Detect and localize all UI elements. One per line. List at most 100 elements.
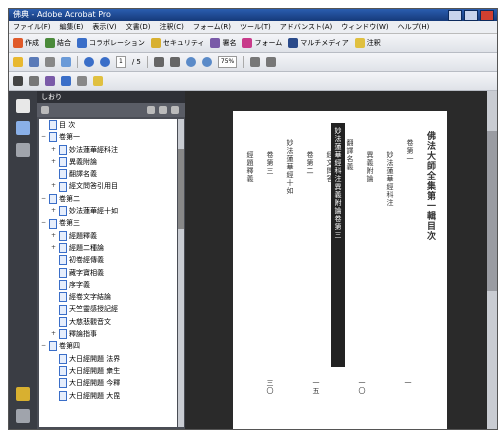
toc-page-number: 一 <box>404 379 412 387</box>
zoom-select[interactable]: 75% <box>217 56 238 68</box>
zoom-out-icon[interactable] <box>185 57 196 67</box>
comments-icon[interactable] <box>16 409 30 423</box>
previous-page-icon[interactable] <box>84 57 94 67</box>
bookmark-icon <box>59 243 67 254</box>
bookmark-item[interactable]: + 經題二種論 <box>39 242 177 254</box>
menu-item[interactable]: 注釈(C) <box>160 21 184 33</box>
bookmark-item[interactable]: − 卷第三 <box>39 217 177 229</box>
scrollbar-thumb[interactable] <box>487 131 497 291</box>
expand-toggle[interactable]: − <box>41 131 47 143</box>
toc-column: 卷第一 <box>406 139 414 163</box>
text-select-icon[interactable] <box>29 76 39 86</box>
sign-button[interactable]: 署名 <box>210 38 236 48</box>
document-area: 佛法大師全集第一輯目次 卷第一 妙法蓮華經科注 異義附論 翻譯名義 經文問答 卷第二 妙法蓮… <box>185 91 497 429</box>
bookmark-item[interactable]: 經卷文字結論 <box>39 291 177 303</box>
combine-button[interactable]: 結合 <box>45 38 71 48</box>
bookmark-item[interactable]: 翻譯名義 <box>39 168 177 180</box>
bookmark-label: 卷第四 <box>59 342 80 351</box>
menu-item[interactable]: フォーム(R) <box>193 21 231 33</box>
bookmark-label: 天竺靈感授記經 <box>69 305 118 314</box>
bookmark-item[interactable]: 大日經開題 今釋 <box>39 377 177 389</box>
bookmark-item[interactable]: 大日經開題 法界 <box>39 353 177 365</box>
close-button[interactable] <box>480 10 494 21</box>
bookmark-item[interactable]: + 經題釋義 <box>39 230 177 242</box>
stamp-icon[interactable] <box>45 76 55 86</box>
bookmark-item[interactable]: 天竺靈感授記經 <box>39 303 177 315</box>
bookmark-item[interactable]: 藏字寶相義 <box>39 267 177 279</box>
secure-button[interactable]: セキュリティ <box>150 38 204 48</box>
create-button[interactable]: 作成 <box>13 38 39 48</box>
expand-toggle[interactable]: − <box>41 193 47 205</box>
bookmark-icon <box>59 378 67 389</box>
email-icon[interactable] <box>61 57 71 67</box>
bookmark-item[interactable]: + 經文問答引用目 <box>39 180 177 192</box>
open-folder-icon[interactable] <box>13 57 23 67</box>
multimedia-button[interactable]: マルチメディア <box>288 38 349 48</box>
bookmark-item[interactable]: − 卷第二 <box>39 193 177 205</box>
menu-item[interactable]: アドバンスト(A) <box>280 21 332 33</box>
expand-toggle[interactable]: + <box>51 180 57 192</box>
new-bookmark-icon[interactable] <box>159 106 167 114</box>
bookmark-label: 妙法蓮華經十如 <box>69 207 118 216</box>
bookmark-item[interactable]: + 異義附論 <box>39 156 177 168</box>
menu-item[interactable]: 表示(V) <box>92 21 116 33</box>
bookmark-item[interactable]: 目 次 <box>39 119 177 131</box>
signatures-icon[interactable] <box>16 143 30 157</box>
bookmark-item[interactable]: 大慈悲觀音文 <box>39 316 177 328</box>
bookmark-icon <box>49 120 57 131</box>
hand-tool-icon[interactable] <box>153 57 164 67</box>
menu-item[interactable]: 編集(E) <box>60 21 84 33</box>
bookmark-item[interactable]: + 釋論指事 <box>39 328 177 340</box>
select-tool-icon[interactable] <box>169 57 180 67</box>
minimize-button[interactable] <box>448 10 462 21</box>
page-total: / 5 <box>131 58 141 66</box>
expand-toggle[interactable]: + <box>51 205 57 217</box>
pages-icon[interactable] <box>16 99 30 113</box>
collaborate-button[interactable]: コラボレーション <box>77 38 145 48</box>
delete-bookmark-icon[interactable] <box>147 106 155 114</box>
fit-page-icon[interactable] <box>250 57 261 67</box>
bookmark-item[interactable]: + 妙法蓮華經科注 <box>39 144 177 156</box>
bookmark-item[interactable]: + 妙法蓮華經十如 <box>39 205 177 217</box>
expand-toggle[interactable]: + <box>51 144 57 156</box>
select-arrow-icon[interactable] <box>13 76 23 86</box>
bookmark-item[interactable]: 序字義 <box>39 279 177 291</box>
expand-toggle[interactable]: + <box>51 156 57 168</box>
save-icon[interactable] <box>29 57 39 67</box>
page-number-input[interactable]: 1 <box>116 56 126 68</box>
options-icon[interactable] <box>41 106 49 114</box>
menu-item[interactable]: 文書(D) <box>126 21 151 33</box>
find-icon[interactable] <box>266 57 277 67</box>
menu-item[interactable]: ツール(T) <box>240 21 271 33</box>
zoom-in-icon[interactable] <box>201 57 212 67</box>
note-icon[interactable] <box>93 76 103 86</box>
bookmarks-icon[interactable] <box>16 121 30 135</box>
menu-item[interactable]: ヘルプ(H) <box>398 21 430 33</box>
print-icon[interactable] <box>45 57 55 67</box>
bookmark-label: 異義附論 <box>69 157 97 166</box>
snapshot-icon[interactable] <box>61 76 71 86</box>
menu-item[interactable]: ファイル(F) <box>13 21 51 33</box>
document-scrollbar[interactable] <box>487 91 497 429</box>
bookmark-item[interactable]: 大日經開題 大毘 <box>39 390 177 402</box>
expand-toggle[interactable]: + <box>51 328 57 340</box>
bookmark-item[interactable]: 大日經開題 衆生 <box>39 365 177 377</box>
expand-toggle[interactable]: + <box>51 230 57 242</box>
comment-button[interactable]: 注釈 <box>354 38 381 48</box>
form-button[interactable]: フォーム <box>242 38 282 48</box>
bookmark-item[interactable]: 初卷經傳義 <box>39 254 177 266</box>
attachments-icon[interactable] <box>16 387 30 401</box>
next-page-icon[interactable] <box>100 57 110 67</box>
bookmark-item[interactable]: − 卷第四 <box>39 340 177 352</box>
scrollbar-thumb[interactable] <box>178 149 184 229</box>
expand-bookmark-icon[interactable] <box>171 106 179 114</box>
menu-item[interactable]: ウィンドウ(W) <box>341 21 388 33</box>
expand-toggle[interactable]: − <box>41 340 47 352</box>
panel-scrollbar[interactable] <box>178 119 184 427</box>
measure-icon[interactable] <box>77 76 87 86</box>
expand-toggle[interactable]: − <box>41 217 47 229</box>
maximize-button[interactable] <box>464 10 478 21</box>
expand-toggle[interactable]: + <box>51 242 57 254</box>
toc-column: 異義附論 <box>366 151 374 183</box>
bookmark-item[interactable]: − 卷第一 <box>39 131 177 143</box>
